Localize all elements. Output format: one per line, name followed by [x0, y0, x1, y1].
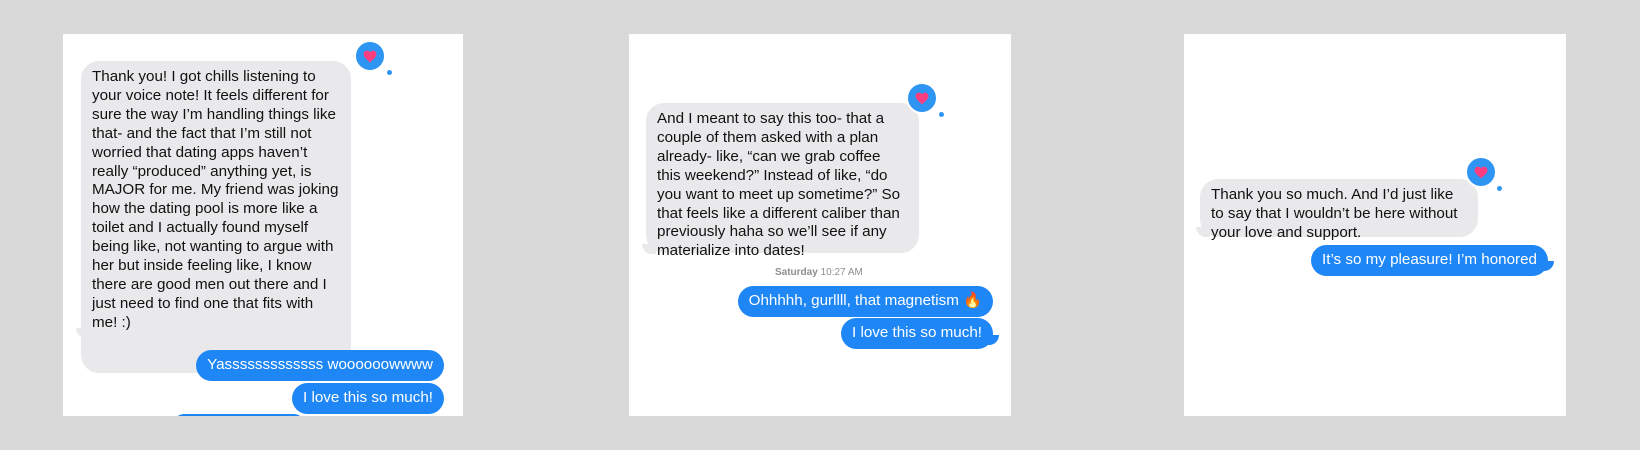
outgoing-message[interactable]: It’s so my pleasure! I’m honored — [1311, 245, 1548, 276]
outgoing-message[interactable]: Yasssssssssssss woooooowwww — [196, 350, 444, 381]
heart-reaction-badge[interactable] — [906, 82, 938, 114]
incoming-message[interactable]: Thank you! I got chills listening to you… — [81, 61, 351, 373]
timestamp-time: 10:27 AM — [820, 267, 863, 278]
outgoing-message[interactable]: Ohhhhh, gurllll, that magnetism 🔥 — [737, 286, 993, 317]
outgoing-message[interactable]: I love this so much! — [841, 318, 993, 349]
heart-icon — [363, 50, 377, 62]
reaction-tail-dot — [939, 112, 944, 117]
message-timestamp: Saturday 10:27 AM — [775, 267, 863, 278]
reaction-tail-dot — [387, 70, 392, 75]
heart-icon — [1474, 166, 1488, 178]
incoming-message[interactable]: Thank you so much. And I’d just like to … — [1200, 179, 1478, 241]
outgoing-message[interactable]: I love this so much! — [292, 383, 444, 414]
outgoing-message-partial[interactable] — [174, 414, 304, 416]
heart-reaction-badge[interactable] — [1465, 156, 1497, 188]
conversation-panel-2: And I meant to say this too- that a coup… — [629, 34, 1011, 416]
heart-icon — [915, 92, 929, 104]
conversation-panel-3: Thank you so much. And I’d just like to … — [1184, 34, 1566, 416]
timestamp-day: Saturday — [775, 267, 818, 278]
reaction-tail-dot — [1497, 186, 1502, 191]
conversation-panel-1: Thank you! I got chills listening to you… — [63, 34, 463, 416]
heart-reaction-badge[interactable] — [354, 40, 386, 72]
incoming-message[interactable]: And I meant to say this too- that a coup… — [646, 103, 919, 259]
